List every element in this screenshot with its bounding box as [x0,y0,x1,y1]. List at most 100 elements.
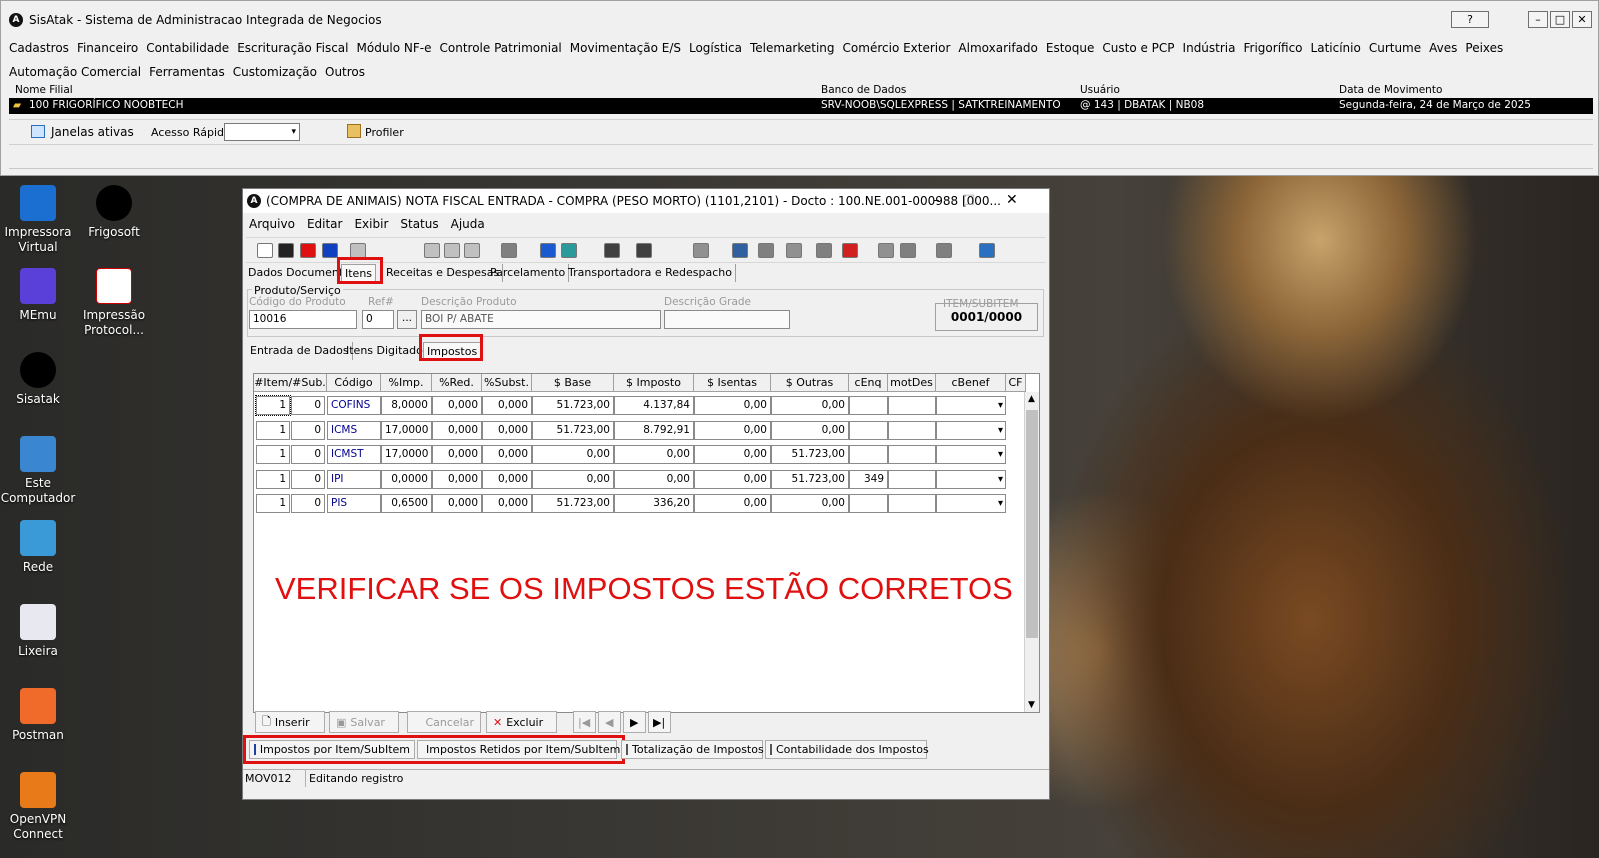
menu-item-controle-patrimonial[interactable]: Controle Patrimonial [440,36,562,60]
menu-item-peixes[interactable]: Peixes [1465,36,1503,60]
menu-item-telemarketing[interactable]: Telemarketing [750,36,835,60]
tree-icon[interactable] [900,243,916,258]
grid-cell[interactable]: ICMS [327,420,381,440]
grid-header-cf[interactable]: CF [1006,374,1026,392]
desktop-icon-postman[interactable]: Postman [0,688,76,743]
grid-header-red[interactable]: %Red. [432,374,482,392]
window-menu-ajuda[interactable]: Ajuda [451,217,485,231]
menu-item-custo-e-pcp[interactable]: Custo e PCP [1102,36,1174,60]
desktop-icon-network[interactable]: Rede [0,520,76,575]
desktop-icon-pdf[interactable]: Impressão Protocol... [76,268,152,338]
menu-item-automa-o-comercial[interactable]: Automação Comercial [9,60,141,84]
monitor-icon[interactable] [936,243,952,258]
grid-cell[interactable]: 1 [256,445,290,464]
grid-cell[interactable]: 0,00 [694,445,771,464]
help-icon[interactable] [540,243,556,258]
janelas-ativas-button[interactable]: Janelas ativas [51,125,134,139]
grid-cell[interactable]: 349 [849,469,888,489]
menu-item-estoque[interactable]: Estoque [1046,36,1095,60]
undo-icon[interactable] [322,243,338,258]
window-maximize-button[interactable]: □ [963,192,975,207]
bottom-tab-impostos-por-item-subitem[interactable]: Impostos por Item/SubItem [249,740,415,759]
grid-cell[interactable]: 51.723,00 [771,445,849,464]
salvar-button[interactable]: ▣ Salvar [329,711,399,733]
grid-cell[interactable]: 0,000 [482,494,532,513]
maximize-button[interactable]: □ [1550,11,1570,28]
tab-receitas-e-despesas[interactable]: Receitas e Despesas [383,264,504,282]
grid-cell[interactable]: 0,000 [432,420,482,440]
grid-header-base[interactable]: $ Base [532,374,614,392]
cbenef-dropdown[interactable] [936,469,1006,489]
menu-item-escritura-o-fiscal[interactable]: Escrituração Fiscal [237,36,348,60]
scroll-down-icon[interactable]: ▼ [1028,700,1035,710]
grid-cell[interactable]: 0 [291,420,325,440]
menu-item-movimenta-o-e-s[interactable]: Movimentação E/S [570,36,681,60]
list-icon[interactable] [786,243,802,258]
grid-scrollbar[interactable]: ▲ ▼ [1024,392,1039,712]
grid-header-isentas[interactable]: $ Isentas [694,374,771,392]
delete-icon[interactable] [300,243,316,258]
menu-item-contabilidade[interactable]: Contabilidade [146,36,229,60]
grid-cell[interactable]: 0,00 [694,494,771,513]
minimize-button[interactable]: – [1528,11,1548,28]
grid-cell[interactable]: 0,00 [771,420,849,440]
grid-cell[interactable]: 0,00 [694,396,771,415]
grid-cell[interactable]: 0,000 [482,469,532,489]
desktop-icon-recycle-bin[interactable]: Lixeira [0,604,76,659]
preview-icon[interactable] [350,243,366,258]
grid-cell[interactable]: 0,000 [482,445,532,464]
menu-item-m-dulo-nf-e[interactable]: Módulo NF-e [357,36,432,60]
save-icon[interactable] [278,243,294,258]
bottom-tab-impostos-retidos-por-item-subitem[interactable]: Impostos Retidos por Item/SubItem [417,740,620,759]
cbenef-dropdown[interactable] [936,420,1006,440]
grid-cell[interactable]: 8.792,91 [614,420,694,440]
ref-field[interactable]: 0 [362,310,394,329]
subtab-entrada-de-dados[interactable]: Entrada de Dados [247,342,353,360]
window-menu-editar[interactable]: Editar [307,217,343,231]
grid-header-subst[interactable]: %Subst. [482,374,532,392]
grid-header-item-sub[interactable]: #Item/#Sub. [254,374,327,392]
grid-cell[interactable]: 0 [291,396,325,415]
grid-cell[interactable]: 0,000 [432,469,482,489]
grid-cell[interactable]: 51.723,00 [532,420,614,440]
hand-icon[interactable] [878,243,894,258]
bottom-tab-contabilidade-dos-impostos[interactable]: Contabilidade dos Impostos [765,740,929,759]
grid-cell[interactable]: ICMST [327,445,381,464]
help-button[interactable]: ? [1451,11,1489,28]
export-icon[interactable] [732,243,748,258]
menu-item-outros[interactable]: Outros [325,60,365,84]
window-menu-exibir[interactable]: Exibir [354,217,388,231]
grid-cell[interactable] [849,445,888,464]
grid-cell[interactable]: 0,000 [482,396,532,415]
grid-header-c-digo[interactable]: Código [327,374,381,392]
window-menu-arquivo[interactable]: Arquivo [249,217,295,231]
profiler-button[interactable]: Profiler [365,126,404,139]
menu-item-customiza-o[interactable]: Customização [233,60,317,84]
grid-header-motdes[interactable]: motDes [888,374,936,392]
grid-cell[interactable]: 0,0000 [381,469,432,489]
cbenef-dropdown[interactable] [936,445,1006,464]
grid-cell[interactable]: 0,00 [532,445,614,464]
next-record-button[interactable]: ▶ [623,711,646,733]
window-minimize-button[interactable]: – [933,193,940,208]
grid-cell[interactable] [888,396,936,415]
grid-cell[interactable]: 0,00 [771,396,849,415]
desktop-icon-computer[interactable]: Este Computador [0,436,76,506]
grid-cell[interactable]: 0,6500 [381,494,432,513]
new-icon[interactable] [257,243,273,258]
grid-cell[interactable]: 51.723,00 [532,396,614,415]
grid-cell[interactable]: 1 [256,494,290,513]
grid-cell[interactable]: 0,000 [432,396,482,415]
product-lookup-button[interactable]: ... [397,310,417,329]
acesso-rapido-select[interactable]: ▾ [224,123,300,141]
grid-cell[interactable]: PIS [327,494,381,513]
window-menu-status[interactable]: Status [400,217,438,231]
grid-cell[interactable] [888,494,936,513]
menu-item-ferramentas[interactable]: Ferramentas [149,60,225,84]
cbenef-dropdown[interactable] [936,396,1006,415]
grid-header-cbenef[interactable]: cBenef [936,374,1006,392]
menu-item-ind-stria[interactable]: Indústria [1183,36,1236,60]
paste-icon[interactable] [444,243,460,258]
grid-cell[interactable]: IPI [327,469,381,489]
last-record-button[interactable]: ▶| [648,711,671,733]
